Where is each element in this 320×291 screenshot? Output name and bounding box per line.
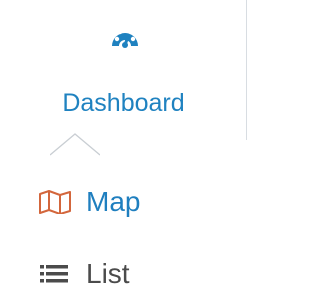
menu-item-map[interactable]: Map xyxy=(0,174,252,230)
active-tab-caret xyxy=(50,133,100,156)
tab-dashboard[interactable]: Dashboard xyxy=(0,0,247,140)
menu-item-map-label: Map xyxy=(86,186,141,217)
menu-item-list-label: List xyxy=(86,258,130,289)
tab-divider xyxy=(246,0,247,140)
map-icon xyxy=(39,190,71,214)
tab-dashboard-label: Dashboard xyxy=(62,89,185,117)
navigation-panel: Dashboard Map List xyxy=(0,0,252,291)
dashboard-gauge-icon xyxy=(112,26,138,48)
list-icon xyxy=(40,265,68,283)
menu-item-list[interactable]: List xyxy=(0,248,252,291)
